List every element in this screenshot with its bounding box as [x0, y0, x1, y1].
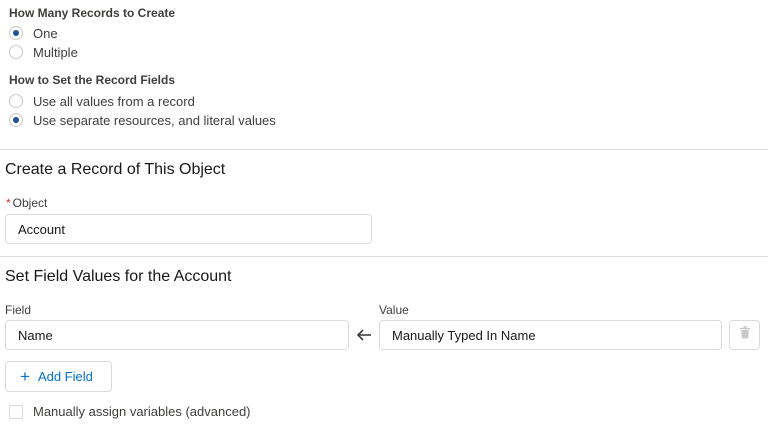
section-divider: [0, 149, 768, 150]
required-marker: *: [6, 196, 11, 210]
field-name-input[interactable]: Name: [5, 320, 349, 350]
radio-option-multiple[interactable]: Multiple: [9, 43, 78, 61]
radio-all-values-label: Use all values from a record: [33, 93, 195, 109]
object-label-text: Object: [12, 196, 48, 210]
fields-group-title: How to Set the Record Fields: [9, 73, 176, 87]
add-field-button[interactable]: + Add Field: [5, 361, 112, 392]
radio-one-button[interactable]: [9, 26, 23, 40]
field-column-header: Field: [5, 303, 32, 317]
value-column-header: Value: [379, 303, 409, 317]
manual-assign-option[interactable]: Manually assign variables (advanced): [9, 404, 251, 419]
object-input[interactable]: Account: [5, 214, 372, 244]
delete-row-button[interactable]: [729, 320, 760, 350]
records-group-title: How Many Records to Create: [9, 6, 176, 20]
radio-option-one[interactable]: One: [9, 24, 58, 42]
object-input-value: Account: [18, 221, 65, 237]
trash-icon: [739, 326, 751, 344]
object-section-title: Create a Record of This Object: [5, 161, 226, 178]
radio-option-separate-resources[interactable]: Use separate resources, and literal valu…: [9, 111, 276, 129]
manual-assign-label: Manually assign variables (advanced): [33, 404, 251, 419]
plus-icon: +: [20, 367, 30, 386]
field-name-value: Name: [18, 327, 53, 343]
field-value-text: Manually Typed In Name: [392, 327, 536, 343]
add-field-label: Add Field: [37, 369, 93, 384]
radio-option-all-values[interactable]: Use all values from a record: [9, 92, 195, 110]
radio-one-label: One: [33, 25, 58, 41]
field-value-input[interactable]: Manually Typed In Name: [379, 320, 722, 350]
field-values-section-title: Set Field Values for the Account: [5, 268, 232, 285]
radio-multiple-button[interactable]: [9, 45, 23, 59]
object-field-label: * Object: [6, 196, 47, 210]
radio-multiple-label: Multiple: [33, 44, 78, 60]
radio-separate-resources-button[interactable]: [9, 113, 23, 127]
radio-separate-resources-label: Use separate resources, and literal valu…: [33, 112, 276, 128]
section-divider: [0, 256, 768, 257]
radio-all-values-button[interactable]: [9, 94, 23, 108]
manual-assign-checkbox[interactable]: [9, 404, 23, 419]
left-arrow-icon: [356, 326, 373, 344]
